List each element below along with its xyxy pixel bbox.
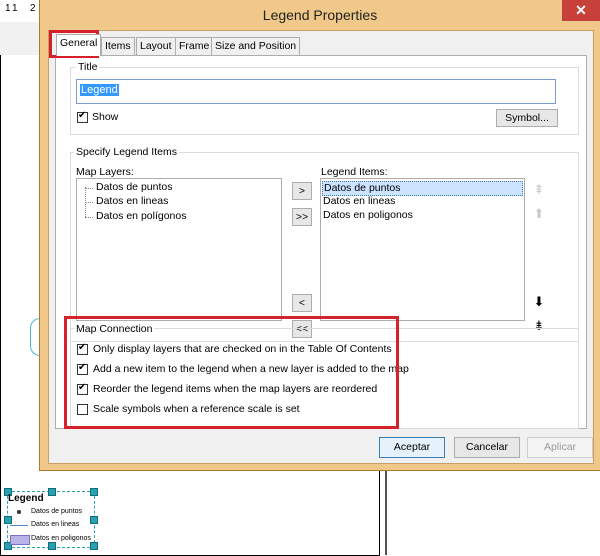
move-to-top-icon[interactable]: ⇞ — [530, 181, 548, 199]
close-button[interactable]: ✕ — [562, 0, 600, 21]
ok-button[interactable]: Aceptar — [379, 437, 445, 458]
show-title-label: Show — [92, 111, 119, 123]
legend-item-label: Datos de puntos — [324, 182, 401, 194]
map-layer-item[interactable]: Datos en lineas — [96, 195, 168, 207]
legend-item[interactable]: Datos en poligonos — [323, 209, 413, 221]
dialog-title: Legend Properties — [262, 7, 378, 23]
legend-title-value: Legend — [80, 84, 119, 96]
line-symbol-icon — [10, 525, 28, 526]
map-layers-list[interactable]: Datos de puntos Datos en lineas Datos en… — [76, 178, 282, 321]
legend-items-list[interactable]: Datos de puntos Datos en lineas Datos en… — [320, 178, 525, 321]
legend-item-selected[interactable]: Datos de puntos — [322, 181, 523, 196]
map-layers-label: Map Layers: — [76, 166, 134, 178]
legend-entry: Datos de puntos — [31, 508, 82, 515]
resize-handle[interactable] — [48, 488, 56, 496]
polygon-symbol-icon — [10, 535, 30, 545]
map-layer-item[interactable]: Datos de puntos — [96, 181, 172, 193]
layout-side-pane — [385, 462, 600, 555]
move-up-icon[interactable]: ⬆ — [530, 205, 548, 223]
resize-handle[interactable] — [4, 516, 12, 524]
move-down-icon[interactable]: ⬇ — [530, 293, 548, 311]
specify-group-label: Specify Legend Items — [74, 146, 179, 158]
add-all-items-button[interactable]: >> — [292, 208, 312, 226]
ruler-mark: 1 — [5, 3, 11, 14]
point-symbol-icon — [17, 510, 21, 514]
legend-title-input[interactable]: Legend — [76, 79, 556, 104]
close-icon: ✕ — [575, 2, 587, 18]
legend-entry: Datos en poligonos — [31, 535, 91, 542]
legend-entry: Datos en lineas — [31, 521, 80, 528]
highlight-map-connection — [64, 316, 399, 429]
ruler-mark: 2 — [30, 3, 36, 14]
resize-handle[interactable] — [90, 488, 98, 496]
tree-connector — [85, 188, 93, 189]
tab-general[interactable]: General — [56, 34, 102, 56]
tab-items[interactable]: Items — [101, 37, 135, 55]
tab-size-and-position[interactable]: Size and Position — [211, 37, 301, 55]
add-item-button[interactable]: > — [292, 182, 312, 200]
remove-item-button[interactable]: < — [292, 294, 312, 312]
tab-layout[interactable]: Layout — [136, 37, 176, 55]
resize-handle[interactable] — [90, 516, 98, 524]
tree-connector — [85, 217, 93, 218]
show-title-checkbox[interactable] — [77, 110, 88, 123]
tree-connector — [85, 202, 93, 203]
map-layer-item[interactable]: Datos en polígonos — [96, 210, 186, 222]
legend-title: Legend — [8, 493, 44, 504]
legend-items-label: Legend Items: — [321, 166, 388, 178]
resize-handle[interactable] — [90, 542, 98, 550]
dialog-titlebar[interactable]: Legend Properties ✕ — [40, 0, 600, 30]
apply-button[interactable]: Aplicar — [527, 437, 593, 458]
symbol-button[interactable]: Symbol... — [496, 109, 558, 127]
resize-handle[interactable] — [48, 542, 56, 550]
tab-frame[interactable]: Frame — [175, 37, 214, 55]
legend-item[interactable]: Datos en lineas — [323, 195, 395, 207]
cancel-button[interactable]: Cancelar — [454, 437, 520, 458]
title-group-label: Title — [76, 61, 100, 73]
ruler-mark: 1 — [12, 3, 18, 14]
